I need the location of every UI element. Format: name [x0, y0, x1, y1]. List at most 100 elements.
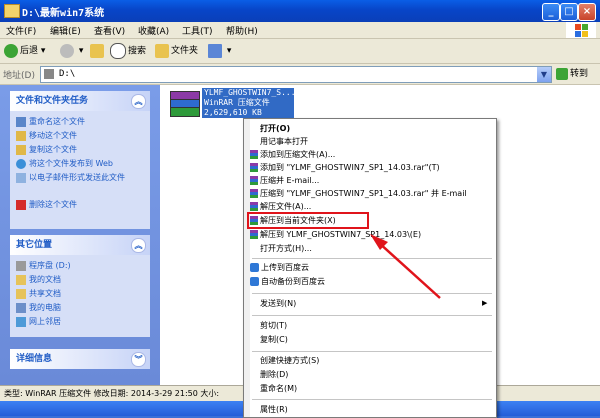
shared-folder-icon [16, 288, 26, 299]
menu-properties[interactable]: 属性(R) [260, 404, 288, 415]
place-network[interactable]: 网上邻居 [16, 316, 61, 328]
menu-edit[interactable]: 编辑(E) [50, 24, 81, 37]
task-rename[interactable]: 重命名这个文件 [16, 116, 85, 128]
winrar-icon [250, 150, 258, 159]
expand-icon[interactable]: ︾ [131, 352, 146, 367]
task-delete[interactable]: 删除这个文件 [16, 199, 77, 211]
file-size: 2,629,610 KB [204, 108, 262, 117]
menu-separator [252, 399, 492, 400]
menu-label: 添加到压缩文件(A)... [260, 150, 336, 159]
toolbar: 后退 ▾ ▾ 搜索 文件夹 ▾ [0, 39, 600, 64]
context-menu: 打开(O) 用记事本打开 添加到压缩文件(A)... 添加到 "YLMF_GHO… [243, 118, 497, 418]
search-button[interactable]: 搜索 [110, 43, 146, 59]
place-my-computer[interactable]: 我的电脑 [16, 302, 61, 314]
menu-help[interactable]: 帮助(H) [226, 24, 258, 37]
search-label: 搜索 [128, 46, 147, 57]
baidu-cloud-icon [250, 277, 259, 286]
task-label: 重命名这个文件 [29, 117, 85, 126]
email-icon [16, 173, 26, 183]
address-value: D:\ [59, 69, 76, 79]
minimize-button[interactable]: _ [542, 3, 560, 21]
collapse-icon[interactable]: ︽ [131, 238, 146, 253]
computer-icon [16, 302, 26, 313]
file-tasks-panel: 文件和文件夹任务 ︽ 重命名这个文件 移动这个文件 复制这个文件 将这个文件发布到… [10, 91, 150, 229]
task-email[interactable]: 以电子邮件形式发送此文件 [16, 172, 141, 196]
close-button[interactable]: × [578, 3, 596, 21]
address-label: 地址(D) [3, 71, 35, 81]
move-icon [16, 130, 26, 141]
place-shared-documents[interactable]: 共享文档 [16, 288, 61, 300]
folders-button[interactable]: 文件夹 [155, 43, 198, 59]
delete-x-icon [16, 199, 26, 210]
menu-add-to-rar[interactable]: 添加到 "YLMF_GHOSTWIN7_SP1_14.03.rar"(T) [250, 162, 440, 173]
forward-button[interactable]: ▾ [60, 43, 83, 59]
task-label: 删除这个文件 [29, 200, 77, 209]
menu-copy[interactable]: 复制(C) [260, 334, 288, 345]
menu-label: 添加到 "YLMF_GHOSTWIN7_SP1_14.03.rar"(T) [260, 163, 440, 172]
menu-extract-files[interactable]: 解压文件(A)... [250, 201, 311, 212]
collapse-icon[interactable]: ︽ [131, 94, 146, 109]
windows-logo-icon [566, 22, 596, 38]
menu-rename[interactable]: 重命名(M) [260, 383, 297, 394]
up-folder-button[interactable] [90, 43, 106, 59]
menu-send-to[interactable]: 发送到(N) [260, 298, 296, 309]
task-publish-web[interactable]: 将这个文件发布到 Web [16, 158, 113, 170]
file-name: YLMF_GHOSTWIN7_S... [204, 88, 294, 97]
submenu-arrow-icon: ▶ [482, 299, 488, 307]
menu-create-shortcut[interactable]: 创建快捷方式(S) [260, 355, 319, 366]
selected-file[interactable]: YLMF_GHOSTWIN7_S... WinRAR 压缩文件 2,629,61… [202, 88, 294, 118]
menu-compress-email[interactable]: 压缩并 E-mail... [250, 175, 319, 186]
address-input[interactable]: D:\ ▼ [40, 66, 552, 83]
file-tasks-title: 文件和文件夹任务 [16, 96, 89, 106]
winrar-icon [250, 163, 258, 172]
menu-open-with[interactable]: 打开方式(H)... [260, 243, 312, 254]
task-label: 将这个文件发布到 Web [29, 159, 113, 168]
back-button[interactable]: 后退 ▾ [4, 43, 45, 59]
menu-backup-baidu[interactable]: 自动备份到百度云 [250, 276, 325, 287]
menu-file[interactable]: 文件(F) [6, 24, 36, 37]
back-arrow-icon [4, 43, 18, 58]
menu-label: 压缩并 E-mail... [260, 176, 320, 185]
menu-open-notepad[interactable]: 用记事本打开 [260, 136, 308, 147]
folder-icon [16, 274, 26, 285]
drive-icon [16, 260, 26, 271]
views-button[interactable]: ▾ [208, 43, 231, 59]
menu-cut[interactable]: 剪切(T) [260, 320, 287, 331]
task-move[interactable]: 移动这个文件 [16, 130, 77, 142]
menu-separator [252, 258, 492, 259]
address-dropdown-icon[interactable]: ▼ [537, 67, 551, 82]
views-icon [208, 43, 222, 58]
other-places-header[interactable]: 其它位置 ︽ [10, 235, 150, 255]
menu-upload-baidu[interactable]: 上传到百度云 [250, 262, 309, 273]
menu-view[interactable]: 查看(V) [94, 24, 125, 37]
address-bar: 地址(D) D:\ ▼ 转到 [0, 64, 600, 85]
details-header[interactable]: 详细信息 ︾ [10, 349, 150, 369]
menu-favorites[interactable]: 收藏(A) [138, 24, 169, 37]
menu-delete[interactable]: 删除(D) [260, 369, 288, 380]
menu-bar: 文件(F) 编辑(E) 查看(V) 收藏(A) 工具(T) 帮助(H) [0, 22, 600, 39]
menu-label: 上传到百度云 [261, 263, 309, 272]
file-tasks-header[interactable]: 文件和文件夹任务 ︽ [10, 91, 150, 111]
globe-icon [16, 158, 26, 169]
task-label: 以电子邮件形式发送此文件 [29, 173, 125, 182]
menu-compress-rar-email[interactable]: 压缩到 "YLMF_GHOSTWIN7_SP1_14.03.rar" 并 E-m… [250, 188, 467, 199]
winrar-icon [250, 176, 258, 185]
menu-label: 压缩到 "YLMF_GHOSTWIN7_SP1_14.03.rar" 并 E-m… [260, 189, 467, 198]
task-pane: 文件和文件夹任务 ︽ 重命名这个文件 移动这个文件 复制这个文件 将这个文件发布到… [0, 85, 160, 385]
menu-tools[interactable]: 工具(T) [182, 24, 213, 37]
search-icon [110, 43, 126, 59]
winrar-archive-icon[interactable] [170, 89, 200, 117]
go-button[interactable]: 转到 [556, 66, 596, 82]
place-drive-d[interactable]: 程序盘 (D:) [16, 260, 71, 272]
go-arrow-icon [556, 67, 568, 80]
maximize-button[interactable]: □ [560, 3, 578, 21]
back-label: 后退 [20, 46, 39, 56]
status-text: 类型: WinRAR 压缩文件 修改日期: 2014-3-29 21:50 大小… [4, 389, 220, 398]
place-label: 网上邻居 [29, 317, 61, 326]
menu-open[interactable]: 打开(O) [260, 123, 290, 134]
menu-extract-to-folder[interactable]: 解压到 YLMF_GHOSTWIN7_SP1_14.03\(E) [250, 229, 421, 240]
title-bar[interactable]: D:\最新win7系统 _ □ × [0, 0, 600, 22]
task-copy[interactable]: 复制这个文件 [16, 144, 77, 156]
place-my-documents[interactable]: 我的文档 [16, 274, 61, 286]
menu-add-to-archive[interactable]: 添加到压缩文件(A)... [250, 149, 335, 160]
